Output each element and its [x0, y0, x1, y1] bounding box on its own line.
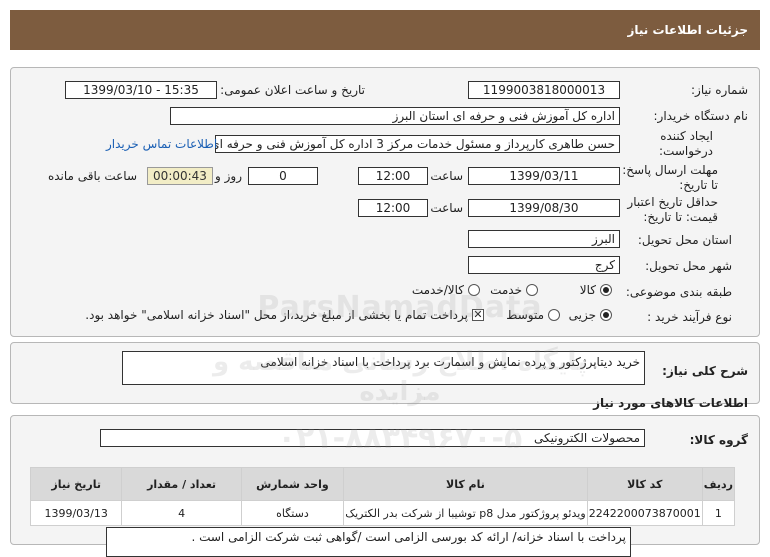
- days-remaining-field: 0: [248, 167, 318, 185]
- cell-name: ویدئو پروژکتور مدل p8 توشیبا از شرکت بدر…: [343, 500, 588, 526]
- cell-date: 1399/03/13: [29, 500, 123, 526]
- summary-box: خرید دیتاپرژکتور و پرده نمایش و اسمارت ب…: [122, 351, 645, 385]
- deadline-time-field: 12:00: [358, 167, 428, 185]
- treasury-payment-option[interactable]: ✕ پرداخت تمام یا بخشی از مبلغ خرید،از مح…: [85, 308, 484, 322]
- category-option-service[interactable]: خدمت: [490, 283, 538, 297]
- col-date: تاریخ نیاز: [29, 467, 123, 501]
- validity-label-line2: قیمت: تا تاریخ:: [643, 210, 718, 224]
- radio-service-label: خدمت: [490, 283, 522, 297]
- creator-label-line1: ایجاد کننده: [660, 129, 713, 143]
- deadline-time-label: ساعت: [430, 169, 463, 183]
- radio-goods-label: کالا: [579, 283, 596, 297]
- process-label: نوع فرآیند خرید :: [647, 310, 732, 324]
- radio-minor-label: جزیی: [568, 308, 596, 322]
- page-title: جزئیات اطلاعات نیاز: [627, 23, 748, 37]
- goods-table-wrap: ردیف کد کالا نام کالا واحد شمارش تعداد /…: [29, 467, 736, 526]
- process-option-medium[interactable]: متوسط: [506, 308, 560, 322]
- col-unit: واحد شمارش: [240, 467, 345, 501]
- radio-minor[interactable]: [600, 309, 612, 321]
- category-label: طبقه بندی موضوعی:: [625, 285, 732, 299]
- validity-label-line1: حداقل تاریخ اعتبار: [627, 195, 718, 209]
- remaining-label: ساعت باقی مانده: [47, 169, 137, 183]
- creator-field: حسن طاهری کارپرداز و مسئول خدمات مرکز 3 …: [215, 135, 620, 153]
- process-option-minor[interactable]: جزیی: [569, 308, 612, 322]
- treasury-checkbox[interactable]: ✕: [472, 309, 484, 321]
- city-field: کرج: [468, 256, 620, 274]
- deadline-date-field: 1399/03/11: [468, 167, 620, 185]
- summary-text: خرید دیتاپرژکتور و پرده نمایش و اسمارت ب…: [260, 355, 640, 369]
- deadline-label-line1: مهلت ارسال پاسخ:: [622, 163, 718, 177]
- need-number-label: شماره نیاز:: [691, 83, 748, 97]
- summary-label: شرح کلی نیاز:: [662, 364, 748, 378]
- radio-goods-service[interactable]: [468, 284, 480, 296]
- table-row: 1 2242200073870001 ویدئو پروژکتور مدل p8…: [29, 500, 736, 526]
- deadline-label-line2: تا تاریخ:: [679, 178, 718, 192]
- cell-qty: 4: [121, 500, 242, 526]
- announce-date-field: 1399/03/10 - 15:35: [65, 81, 217, 99]
- radio-service[interactable]: [526, 284, 538, 296]
- buyer-contact-link[interactable]: اطلاعات تماس خریدار: [106, 137, 217, 151]
- col-qty: تعداد / مقدار: [121, 467, 242, 501]
- countdown-timer: 00:00:43: [147, 167, 213, 185]
- days-label: روز و: [215, 169, 242, 183]
- validity-date-field: 1399/08/30: [468, 199, 620, 217]
- need-number-field: 1199003818000013: [468, 81, 620, 99]
- col-code: کد کالا: [586, 467, 703, 501]
- category-option-goods-service[interactable]: کالا/خدمت: [412, 283, 480, 297]
- radio-goods-service-label: کالا/خدمت: [411, 283, 464, 297]
- validity-time-label: ساعت: [430, 201, 463, 215]
- creator-label-line2: درخواست:: [659, 144, 713, 158]
- col-name: نام کالا: [343, 467, 588, 501]
- province-label: استان محل تحویل:: [637, 233, 732, 247]
- radio-medium[interactable]: [548, 309, 560, 321]
- buyer-field: اداره کل آموزش فنی و حرفه ای استان البرز: [170, 107, 620, 125]
- notes-text: پرداخت با اسناد خزانه/ ارائه کد بورسی ال…: [191, 530, 626, 544]
- goods-table-header: ردیف کد کالا نام کالا واحد شمارش تعداد /…: [29, 467, 736, 501]
- col-row: ردیف: [701, 467, 736, 501]
- province-field: البرز: [468, 230, 620, 248]
- goods-table: ردیف کد کالا نام کالا واحد شمارش تعداد /…: [29, 467, 736, 526]
- radio-goods[interactable]: [600, 284, 612, 296]
- validity-time-field: 12:00: [358, 199, 428, 217]
- cell-unit: دستگاه: [240, 500, 345, 526]
- page-header: جزئیات اطلاعات نیاز: [10, 10, 760, 50]
- announce-date-label: تاریخ و ساعت اعلان عمومی:: [220, 83, 365, 97]
- notes-box: پرداخت با اسناد خزانه/ ارائه کد بورسی ال…: [106, 527, 631, 557]
- goods-section-title: اطلاعات کالاهای مورد نیاز: [593, 396, 748, 410]
- treasury-note: پرداخت تمام یا بخشی از مبلغ خرید،از محل …: [85, 308, 468, 322]
- radio-medium-label: متوسط: [506, 308, 544, 322]
- cell-row: 1: [701, 500, 736, 526]
- city-label: شهر محل تحویل:: [645, 259, 732, 273]
- category-option-goods[interactable]: کالا: [580, 283, 612, 297]
- goods-group-field: محصولات الکترونیکی: [100, 429, 645, 447]
- cell-code: 2242200073870001: [586, 500, 703, 526]
- buyer-label: نام دستگاه خریدار:: [653, 109, 749, 123]
- goods-group-label: گروه کالا:: [689, 433, 748, 447]
